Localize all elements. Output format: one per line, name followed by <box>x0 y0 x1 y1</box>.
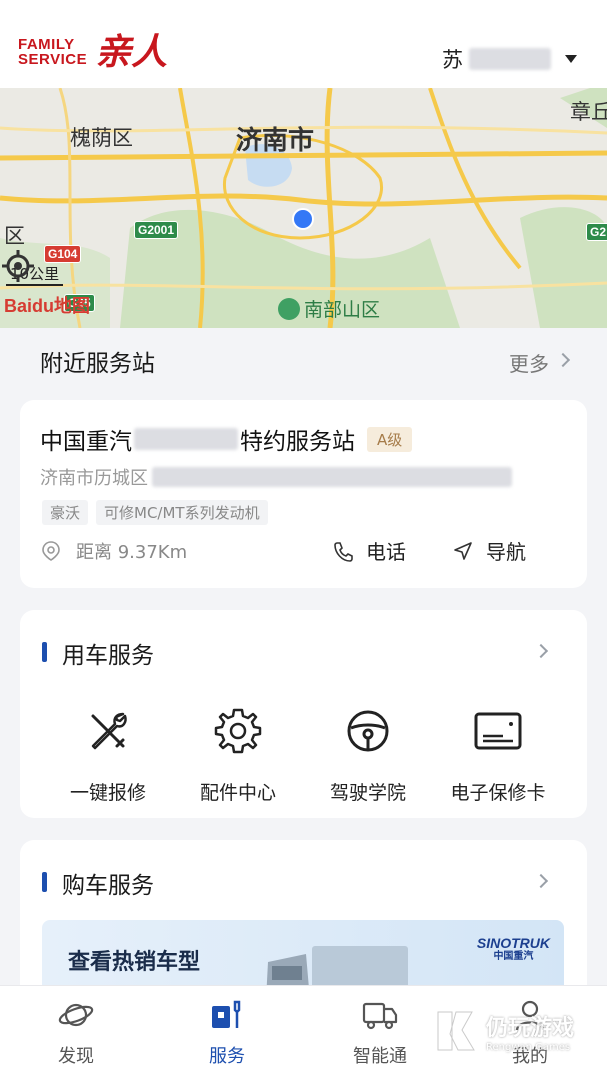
current-location-marker <box>292 208 314 230</box>
map-label-district-south-text: 南部山区 <box>304 299 381 321</box>
station-distance-text: 距离 9.37Km <box>76 542 188 563</box>
service-icon <box>212 1000 241 1028</box>
card-icon <box>474 712 522 750</box>
tab-service[interactable]: 服务 <box>187 998 267 1068</box>
truck-icon <box>362 1002 398 1030</box>
station-name-suffix: 特约服务站 <box>240 429 355 455</box>
user-selector[interactable]: 苏 <box>442 44 577 74</box>
station-address: 济南市历城区 <box>40 464 512 490</box>
brand-en-line1: FAMILY <box>18 36 75 53</box>
banner-brand-cn: 中国重汽 <box>493 951 534 962</box>
station-tags: 豪沃 可修MC/MT系列发动机 <box>42 500 268 525</box>
sinotruk-logo: SINOTRUK 中国重汽 <box>477 936 550 964</box>
station-tag: 可修MC/MT系列发动机 <box>96 500 268 525</box>
navigate-icon <box>454 541 472 560</box>
road-sign-g2001: G2001 <box>134 221 179 239</box>
section-accent-bar <box>42 642 47 662</box>
more-link[interactable]: 更多 <box>509 348 549 377</box>
baidu-logo: Baidu地图 <box>4 296 91 316</box>
location-pin-icon <box>42 541 60 561</box>
purchase-service-card: 购车服务 查看热销车型 SINOTRUK 中国重汽 <box>20 840 587 1000</box>
app-header: FAMILY SERVICE 亲人 苏 <box>0 0 607 88</box>
banner-title: 查看热销车型 <box>68 950 201 975</box>
map-label-city: 济南市 <box>236 126 315 156</box>
phone-label: 电话 <box>366 540 406 564</box>
car-service-title: 用车服务 <box>62 643 154 669</box>
station-distance: 距离 9.37Km <box>40 538 187 564</box>
station-address-redacted <box>152 467 512 487</box>
service-item-repair[interactable]: 一键报修 <box>38 706 178 805</box>
map-label-district-left: 槐荫区 <box>70 126 133 150</box>
user-name-redacted <box>469 48 551 70</box>
tab-label: 智能通 <box>353 1046 407 1067</box>
banner-brand-en: SINOTRUK <box>476 935 550 951</box>
tab-label: 服务 <box>209 1046 245 1067</box>
station-grade-badge: A级 <box>367 426 413 452</box>
chevron-down-icon <box>565 55 577 63</box>
road-sign-g104: G104 <box>44 245 82 263</box>
map-view[interactable]: 槐荫区 济南市 章丘 区 南部山区 G2001 G104 G35 G2 10公里… <box>0 88 607 328</box>
brand-cn: 亲人 <box>95 31 168 73</box>
planet-icon <box>58 1003 94 1027</box>
station-name-redacted <box>134 428 238 450</box>
tab-label: 发现 <box>58 1046 94 1067</box>
tab-smart[interactable]: 智能通 <box>340 998 420 1068</box>
steering-wheel-icon <box>347 710 389 752</box>
service-item-label: 配件中心 <box>199 782 276 804</box>
service-item-warranty-card[interactable]: 电子保修卡 <box>428 706 568 805</box>
navigate-button[interactable]: 导航 <box>452 536 526 565</box>
gear-icon <box>214 708 262 754</box>
station-card[interactable]: 中国重汽 特约服务站 A级 济南市历城区 豪沃 可修MC/MT系列发动机 距离 … <box>20 400 587 588</box>
navigate-label: 导航 <box>486 540 526 564</box>
service-item-label: 一键报修 <box>69 782 146 804</box>
car-service-card: 用车服务 一键报修 配件中心 驾驶学院 电子保修卡 <box>20 610 587 818</box>
nearby-title: 附近服务站 <box>40 351 155 377</box>
watermark: 仍玩游戏 Rengwan Games <box>432 1008 574 1054</box>
road-sign-g2: G2 <box>586 223 607 241</box>
station-name: 中国重汽 特约服务站 A级 <box>40 422 413 456</box>
station-address-prefix: 济南市历城区 <box>40 468 148 489</box>
car-service-chevron-icon[interactable] <box>533 643 549 659</box>
watermark-sub: Rengwan Games <box>486 1041 571 1053</box>
park-icon <box>278 297 300 320</box>
phone-icon <box>334 541 353 562</box>
user-name-prefix: 苏 <box>442 48 463 72</box>
purchase-service-title: 购车服务 <box>62 873 154 899</box>
brand-en-line2: SERVICE <box>18 51 88 68</box>
purchase-service-chevron-icon[interactable] <box>533 873 549 889</box>
station-name-prefix: 中国重汽 <box>40 429 132 455</box>
service-item-label: 驾驶学院 <box>329 782 406 804</box>
map-label-district-right: 章丘 <box>570 100 607 124</box>
map-label-district-south: 南部山区 <box>278 295 380 322</box>
tab-discover[interactable]: 发现 <box>36 998 116 1068</box>
station-tag: 豪沃 <box>42 500 89 525</box>
repair-tools-icon <box>91 712 127 750</box>
watermark-text: 仍玩游戏 <box>486 1015 575 1041</box>
locate-icon[interactable] <box>0 248 36 284</box>
phone-button[interactable]: 电话 <box>332 536 406 565</box>
section-accent-bar <box>42 872 47 892</box>
service-item-parts[interactable]: 配件中心 <box>168 706 308 805</box>
service-item-academy[interactable]: 驾驶学院 <box>298 706 438 805</box>
map-label-edge: 区 <box>4 224 25 248</box>
watermark-logo-icon <box>437 1011 475 1051</box>
service-item-label: 电子保修卡 <box>450 782 546 804</box>
brand-logo: FAMILY SERVICE 亲人 <box>18 32 167 72</box>
